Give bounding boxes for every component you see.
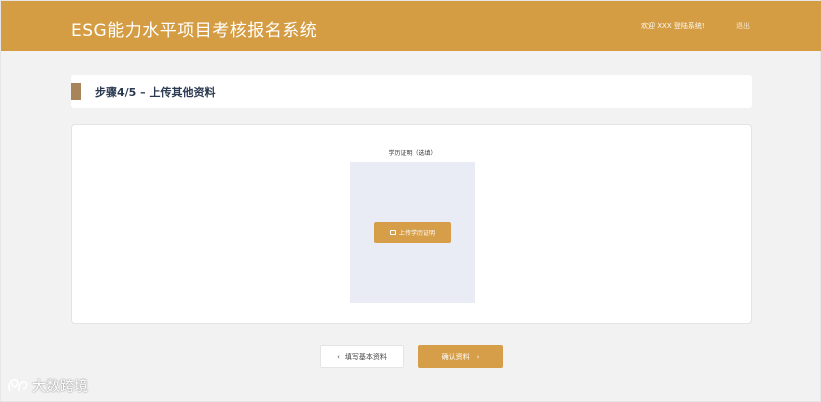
app-header: ESG能力水平项目考核报名系统 欢迎 XXX 登陆系统! 退出	[1, 1, 821, 51]
app-title: ESG能力水平项目考核报名系统	[71, 21, 318, 41]
chevron-left-icon: ‹	[337, 352, 340, 361]
upload-button-label: 上传学历证明	[398, 230, 435, 237]
upload-icon	[389, 230, 396, 235]
upload-dropzone[interactable]: 上传学历证明	[350, 162, 475, 303]
welcome-text: 欢迎 XXX 登陆系统!	[641, 22, 705, 30]
step-indicator-card: 步骤4/5 – 上传其他资料	[71, 75, 752, 108]
logout-link[interactable]: 退出	[736, 21, 750, 31]
step-marker	[71, 83, 81, 100]
watermark-text: 大数跨境	[32, 379, 88, 395]
watermark-logo-icon	[8, 379, 28, 392]
confirm-button[interactable]: 确认资料 ›	[418, 345, 503, 368]
confirm-button-label: 确认资料	[441, 352, 470, 361]
chevron-right-icon: ›	[476, 352, 480, 361]
step-title: 步骤4/5 – 上传其他资料	[95, 86, 216, 99]
upload-education-button[interactable]: 上传学历证明	[374, 222, 451, 243]
watermark: 大数跨境	[7, 376, 88, 396]
upload-card: 学历证明（选填） 上传学历证明	[71, 124, 752, 324]
previous-step-label: 填写基本资料	[344, 352, 387, 361]
upload-label: 学历证明（选填）	[388, 150, 437, 157]
previous-step-button[interactable]: ‹ 填写基本资料	[320, 345, 404, 368]
